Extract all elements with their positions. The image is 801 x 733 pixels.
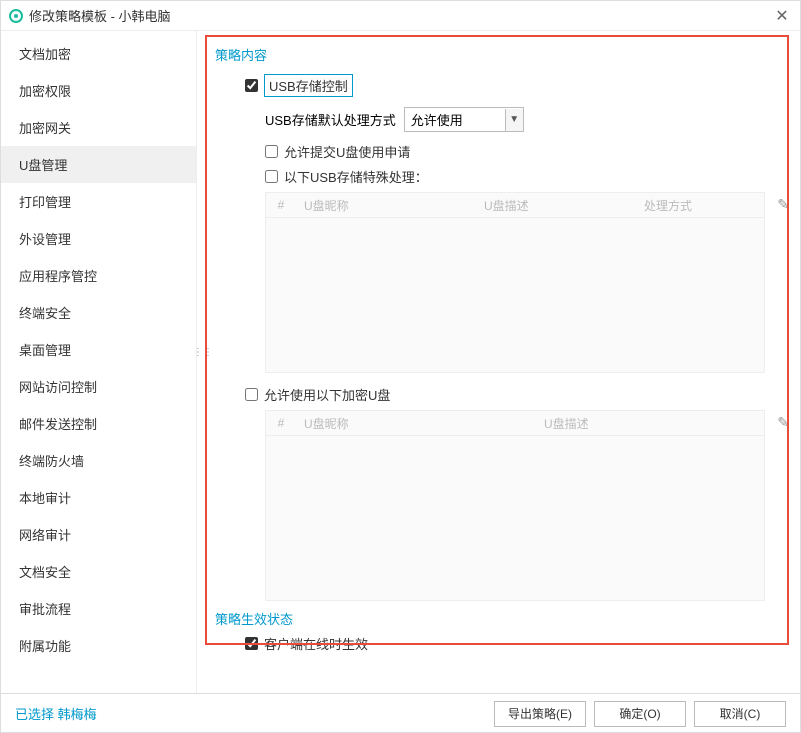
close-button[interactable]: ✕ <box>772 6 792 26</box>
sidebar-item-5[interactable]: 外设管理 <box>1 220 196 257</box>
usb-control-label: USB存储控制 <box>264 74 353 97</box>
col-num: # <box>266 416 296 430</box>
chevron-down-icon[interactable]: ▼ <box>505 109 523 131</box>
default-mode-row: USB存储默认处理方式 允许使用 ▼ <box>265 107 786 132</box>
app-logo-icon <box>9 9 23 23</box>
selected-info: 已选择 韩梅梅 <box>15 704 97 723</box>
sidebar-item-8[interactable]: 桌面管理 <box>1 331 196 368</box>
allow-apply-label: 允许提交U盘使用申请 <box>284 142 410 161</box>
special-checkbox[interactable] <box>265 170 278 183</box>
allow-apply-checkbox[interactable] <box>265 145 278 158</box>
sidebar-item-14[interactable]: 文档安全 <box>1 553 196 590</box>
online-label: 客户端在线时生效 <box>264 634 368 653</box>
special-row: 以下USB存储特殊处理： <box>265 167 786 186</box>
cancel-button[interactable]: 取消(C) <box>694 701 786 727</box>
sidebar-item-13[interactable]: 网络审计 <box>1 516 196 553</box>
special-label: 以下USB存储特殊处理： <box>284 167 428 186</box>
export-button[interactable]: 导出策略(E) <box>494 701 586 727</box>
titlebar: 修改策略模板 - 小韩电脑 ✕ <box>1 1 800 31</box>
default-mode-select[interactable]: 允许使用 ▼ <box>404 107 524 132</box>
sidebar-item-3[interactable]: U盘管理 <box>1 146 196 183</box>
sidebar-item-0[interactable]: 文档加密 <box>1 35 196 72</box>
sidebar-item-7[interactable]: 终端安全 <box>1 294 196 331</box>
col-mode: 处理方式 <box>636 197 736 214</box>
col-desc: U盘描述 <box>476 197 636 214</box>
encrypted-table: ✎ # U盘昵称 U盘描述 <box>265 410 765 601</box>
default-mode-value: 允许使用 <box>405 108 505 131</box>
sidebar-item-12[interactable]: 本地审计 <box>1 479 196 516</box>
footer: 已选择 韩梅梅 导出策略(E) 确定(O) 取消(C) <box>1 693 800 733</box>
edit-icon[interactable]: ✎ <box>777 196 789 213</box>
sidebar-item-4[interactable]: 打印管理 <box>1 183 196 220</box>
usb-control-row: USB存储控制 <box>245 74 786 97</box>
window-title: 修改策略模板 - 小韩电脑 <box>29 6 171 25</box>
sidebar-item-9[interactable]: 网站访问控制 <box>1 368 196 405</box>
sidebar-item-16[interactable]: 附属功能 <box>1 627 196 664</box>
allow-encrypted-row: 允许使用以下加密U盘 <box>245 385 786 404</box>
section-policy-content-title: 策略内容 <box>215 45 786 64</box>
allow-encrypted-checkbox[interactable] <box>245 388 258 401</box>
sidebar-item-15[interactable]: 审批流程 <box>1 590 196 627</box>
selected-name: 韩梅梅 <box>58 707 97 722</box>
allow-apply-row: 允许提交U盘使用申请 <box>265 142 786 161</box>
default-mode-label: USB存储默认处理方式 <box>265 110 396 129</box>
sidebar-item-10[interactable]: 邮件发送控制 <box>1 405 196 442</box>
sidebar-item-11[interactable]: 终端防火墙 <box>1 442 196 479</box>
sidebar-item-2[interactable]: 加密网关 <box>1 109 196 146</box>
content-panel: 策略内容 USB存储控制 USB存储默认处理方式 允许使用 ▼ 允许提交U盘使用… <box>197 31 800 693</box>
table-body <box>265 436 765 601</box>
col-num: # <box>266 198 296 212</box>
col-name: U盘昵称 <box>296 197 476 214</box>
online-row: 客户端在线时生效 <box>245 634 786 653</box>
table-header: # U盘昵称 U盘描述 <box>265 410 765 436</box>
usb-control-checkbox[interactable] <box>245 79 258 92</box>
special-table: ✎ # U盘昵称 U盘描述 处理方式 <box>265 192 765 373</box>
allow-encrypted-label: 允许使用以下加密U盘 <box>264 385 390 404</box>
table-body <box>265 218 765 373</box>
col-desc: U盘描述 <box>536 415 597 432</box>
sidebar: 文档加密加密权限加密网关U盘管理打印管理外设管理应用程序管控终端安全桌面管理网站… <box>1 31 197 693</box>
ok-button[interactable]: 确定(O) <box>594 701 686 727</box>
col-name: U盘昵称 <box>296 415 536 432</box>
online-checkbox[interactable] <box>245 637 258 650</box>
section-effective-title: 策略生效状态 <box>215 609 786 628</box>
table-header: # U盘昵称 U盘描述 处理方式 <box>265 192 765 218</box>
sidebar-item-1[interactable]: 加密权限 <box>1 72 196 109</box>
selected-prefix: 已选择 <box>15 707 58 722</box>
edit-icon[interactable]: ✎ <box>777 414 789 431</box>
sidebar-item-6[interactable]: 应用程序管控 <box>1 257 196 294</box>
